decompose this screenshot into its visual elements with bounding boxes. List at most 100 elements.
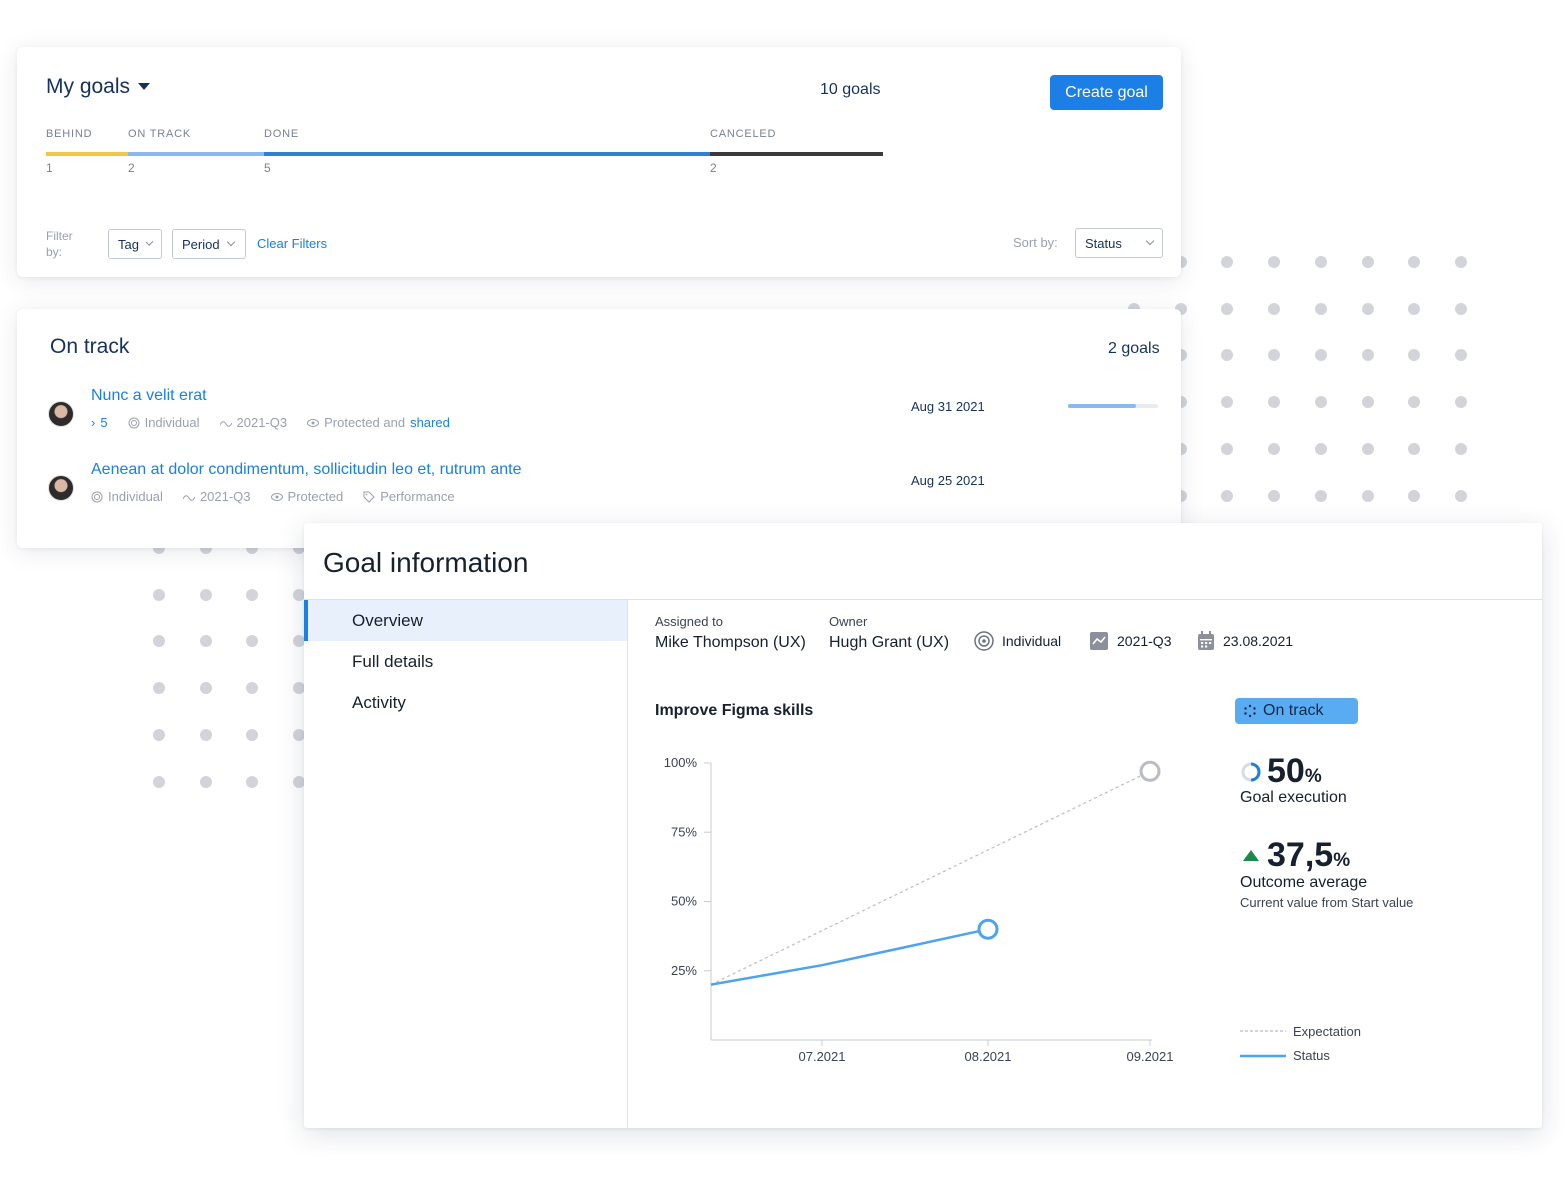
goal-tag[interactable]: Performance xyxy=(363,489,455,504)
eye-icon xyxy=(270,492,283,501)
chevron-down-icon xyxy=(1145,236,1155,246)
goal-visibility-label: Protected xyxy=(287,489,344,504)
decorative-dot xyxy=(1221,256,1234,268)
decorative-dot xyxy=(1361,349,1374,362)
outcome-average-value: 37,5% xyxy=(1267,836,1350,875)
decorative-dot xyxy=(153,775,165,788)
chevron-right-icon: › xyxy=(91,415,96,430)
decorative-dot xyxy=(1314,396,1327,409)
segment-bar-done[interactable] xyxy=(264,152,710,156)
decorative-dot xyxy=(1268,302,1281,315)
goal-meta: Individual 2021-Q3 Protected Performance xyxy=(91,489,469,504)
decorative-dot xyxy=(1454,349,1467,362)
subgoals-toggle[interactable]: › 5 xyxy=(91,415,108,430)
segment-label-canceled: CANCELED xyxy=(710,128,777,140)
outcome-average-subtitle: Current value from Start value xyxy=(1240,895,1414,910)
target-icon xyxy=(128,417,140,428)
goal-meta: › 5 Individual 2021-Q3 Protected and shar… xyxy=(91,415,464,430)
goal-period: 2021-Q3 xyxy=(219,415,288,430)
clear-filters-link[interactable]: Clear Filters xyxy=(257,236,327,251)
status-badge[interactable]: On track xyxy=(1235,698,1358,724)
goal-type: Individual xyxy=(128,415,200,430)
chevron-down-icon xyxy=(226,237,235,247)
goal-name-link[interactable]: Aenean at dolor condimentum, sollicitudi… xyxy=(91,461,521,479)
decorative-dot xyxy=(153,588,165,601)
decorative-dot xyxy=(246,728,259,741)
status-badge-label: On track xyxy=(1263,702,1324,719)
segment-bar-on-track[interactable] xyxy=(128,152,264,156)
decorative-dot xyxy=(1268,396,1281,409)
subgoals-count: 5 xyxy=(100,415,108,430)
decorative-dot xyxy=(1408,256,1421,268)
decorative-dot xyxy=(1314,489,1327,502)
shared-link[interactable]: shared xyxy=(410,415,450,430)
tag-icon xyxy=(363,491,375,503)
goal-period-label: 2021-Q3 xyxy=(199,489,251,504)
create-goal-button[interactable]: Create goal xyxy=(1050,75,1163,110)
eye-icon xyxy=(307,418,320,427)
status-line xyxy=(710,927,989,986)
legend-expectation-label: Expectation xyxy=(1293,1024,1361,1039)
decorative-dot xyxy=(1268,442,1281,455)
decorative-dot xyxy=(1408,302,1421,315)
legend-status-label: Status xyxy=(1293,1048,1330,1063)
goal-period-label: 2021-Q3 xyxy=(236,415,288,430)
decorative-dot xyxy=(1268,349,1281,362)
segment-label-on-track: ON TRACK xyxy=(128,128,192,140)
goal-visibility: Protected and shared xyxy=(307,415,450,430)
segment-label-behind: BEHIND xyxy=(46,128,93,140)
decorative-dot xyxy=(1314,256,1327,268)
arrow-up-icon xyxy=(1243,850,1259,861)
goal-progress-bar xyxy=(1068,404,1158,408)
expectation-line xyxy=(710,770,1151,986)
my-goals-card: My goals 10 goals Create goal BEHIND ON … xyxy=(17,47,1181,277)
goal-row[interactable]: Nunc a velit erat › 5 Individual 2021-Q3 … xyxy=(48,387,1158,447)
segment-bar-canceled[interactable] xyxy=(710,152,883,156)
goal-name-link[interactable]: Nunc a velit erat xyxy=(91,387,207,405)
decorative-dot xyxy=(1454,489,1467,502)
sort-select[interactable]: Status xyxy=(1075,228,1163,258)
decorative-dot xyxy=(246,682,259,695)
y-tick-label: 25% xyxy=(671,963,697,978)
decorative-dot xyxy=(199,728,212,741)
sort-select-value: Status xyxy=(1085,235,1122,251)
trend-icon xyxy=(182,494,195,501)
decorative-dot xyxy=(1408,349,1421,362)
decorative-dot xyxy=(1314,302,1327,315)
decorative-dot xyxy=(1221,489,1234,502)
my-goals-dropdown[interactable]: My goals xyxy=(46,75,151,99)
decorative-dot xyxy=(1268,256,1281,268)
y-tick-label: 75% xyxy=(671,824,697,839)
segment-label-done: DONE xyxy=(264,128,299,140)
decorative-dot xyxy=(1361,396,1374,409)
decorative-dot xyxy=(1314,442,1327,455)
my-goals-title: My goals xyxy=(46,75,131,98)
goal-row[interactable]: Aenean at dolor condimentum, sollicitudi… xyxy=(48,461,1158,521)
outcome-average-unit: % xyxy=(1333,850,1351,871)
decorative-dot xyxy=(153,635,165,648)
decorative-dot xyxy=(1454,302,1467,315)
goal-execution-unit: % xyxy=(1304,766,1322,787)
decorative-dot xyxy=(1221,302,1234,315)
decorative-dot xyxy=(1361,302,1374,315)
decorative-dot xyxy=(1454,396,1467,409)
goal-information-panel: Goal information Overview Full details A… xyxy=(304,523,1542,1128)
decorative-dot xyxy=(1268,489,1281,502)
on-track-card: On track 2 goals Nunc a velit erat › 5 In… xyxy=(17,309,1181,548)
y-tick-label: 100% xyxy=(664,755,698,770)
decorative-dot xyxy=(1314,349,1327,362)
decorative-dot xyxy=(153,682,165,695)
segment-bar-behind[interactable] xyxy=(46,152,128,156)
decorative-dot xyxy=(199,775,212,788)
tag-filter-select[interactable]: Tag xyxy=(108,229,162,259)
decorative-dot xyxy=(153,728,165,741)
decorative-dot xyxy=(1408,442,1421,455)
loading-dots-icon xyxy=(1244,704,1256,718)
avatar xyxy=(48,475,74,501)
caret-down-icon xyxy=(138,83,151,90)
x-tick-label: 09.2021 xyxy=(1127,1049,1174,1064)
segment-count-canceled: 2 xyxy=(710,161,717,175)
period-filter-select[interactable]: Period xyxy=(172,229,246,259)
segment-count-on-track: 2 xyxy=(128,161,135,175)
decorative-dot xyxy=(1408,489,1421,502)
